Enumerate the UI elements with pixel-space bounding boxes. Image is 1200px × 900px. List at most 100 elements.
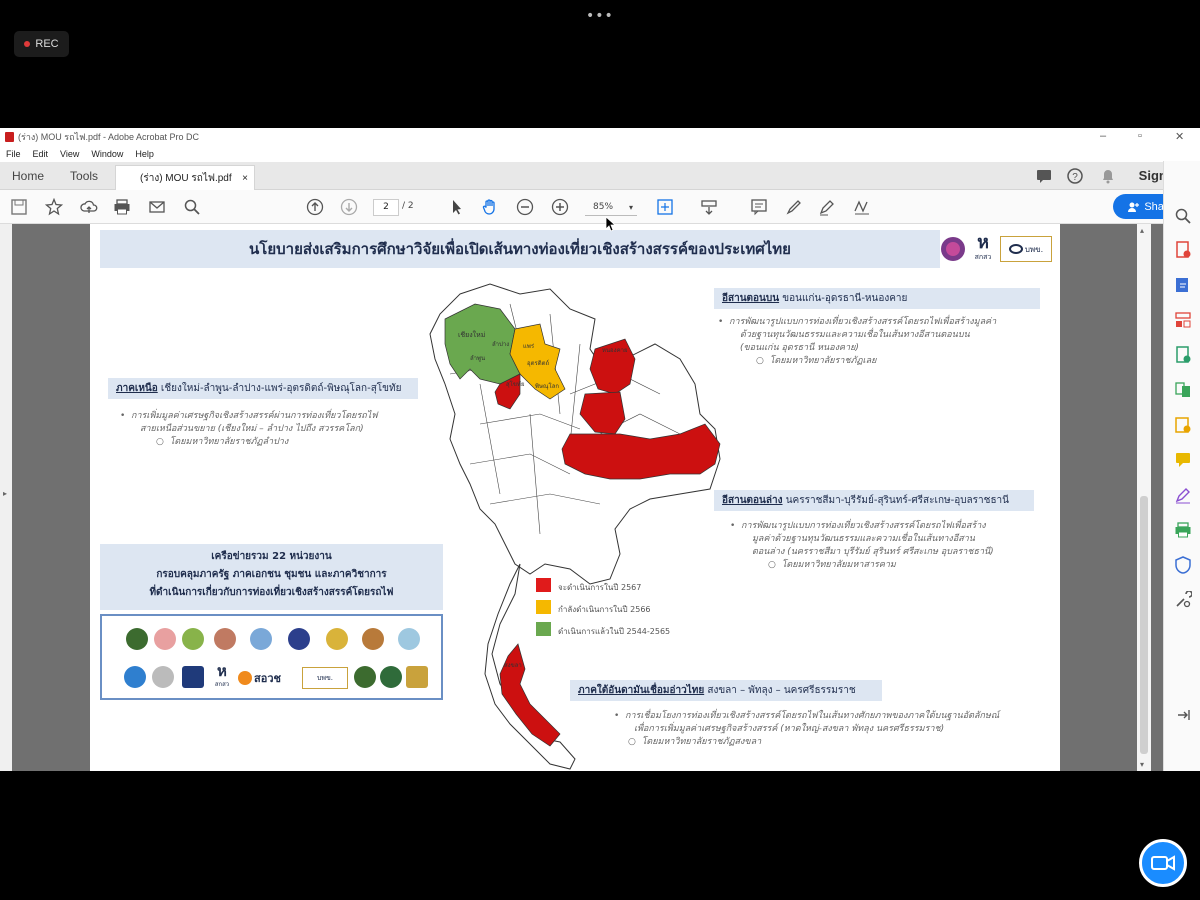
- fill-sign-icon[interactable]: [1174, 486, 1192, 504]
- partner-logo-4: [214, 628, 236, 650]
- help-icon[interactable]: ?: [1067, 168, 1083, 184]
- pmu-b-text: บพข.: [1024, 244, 1044, 254]
- export-pdf-icon[interactable]: [1174, 241, 1192, 259]
- maximize-icon[interactable]: ▫: [1138, 130, 1142, 142]
- south-bullet-line2: เพื่อการเพิ่มมูลค่าเศรษฐกิจสร้างสรรค์ (ห…: [634, 724, 945, 734]
- protect-shield-icon[interactable]: [1174, 556, 1192, 574]
- isan-upper-bullet-line2: ด้วยฐานทุนวัฒนธรรมและความเชื่อในเส้นทางอ…: [740, 330, 970, 340]
- isan-lower-bullet-line1: การพัฒนารูปแบบการท่องเที่ยวเชิงสร้างสรรค…: [741, 521, 986, 531]
- network-line3: ที่ดำเนินการเกี่ยวกับการท่องเที่ยวเชิงสร…: [149, 587, 394, 598]
- partner-logo-15: [406, 666, 428, 688]
- isan-lower-sub: โดยมหาวิทยาลัยมหาสารคาม: [781, 560, 896, 570]
- zoom-search-icon[interactable]: [1174, 207, 1192, 225]
- map-label-lampang: ลำปาง: [492, 341, 509, 348]
- north-bullet: • การเพิ่มมูลค่าเศรษฐกิจเชิงสร้างสรรค์ผ่…: [120, 411, 378, 447]
- zoom-level-select[interactable]: 85% ▾: [585, 199, 637, 216]
- doc-tab-close-icon[interactable]: ×: [242, 173, 248, 184]
- comment-bubble-icon[interactable]: [1174, 451, 1192, 469]
- tsri-logo-text: สกสว: [974, 253, 992, 261]
- partner-logo-8: [362, 628, 384, 650]
- svg-text:?: ?: [1072, 172, 1078, 183]
- tsri-logo: ห สกสว: [971, 234, 995, 264]
- north-heading-label: ภาคเหนือ: [116, 383, 158, 394]
- map-label-sukhothai: สุโขทัย: [506, 380, 524, 388]
- partner-nxpo-logo: สอวช: [238, 668, 298, 688]
- bookmark-star-icon[interactable]: [45, 198, 63, 216]
- comment-icon[interactable]: [1036, 168, 1052, 184]
- hand-tool-icon[interactable]: [481, 198, 499, 216]
- legend-label-2544-2565: ดำเนินการแล้วในปี 2544-2565: [558, 627, 671, 636]
- isan-upper-heading-label: อีสานตอนบน: [722, 293, 780, 304]
- window-title: (ร่าง) MOU รถไฟ.pdf - Adobe Acrobat Pro …: [18, 131, 200, 142]
- tab-tools[interactable]: Tools: [70, 169, 98, 183]
- tab-home[interactable]: Home: [12, 169, 44, 183]
- scroll-down-icon[interactable]: ▾: [1140, 760, 1144, 769]
- upload-cloud-icon[interactable]: [80, 198, 98, 216]
- print-production-icon[interactable]: [1174, 521, 1192, 539]
- more-options-dots[interactable]: •••: [586, 8, 614, 24]
- add-person-icon: [1128, 202, 1140, 212]
- camera-button[interactable]: [1139, 839, 1187, 887]
- partner-logo-11: [152, 666, 174, 688]
- page-number-input[interactable]: 2: [373, 199, 399, 216]
- tab-document[interactable]: (ร่าง) MOU รถไฟ.pdf ×: [115, 165, 255, 190]
- vertical-scrollbar[interactable]: ▴ ▾: [1137, 224, 1151, 771]
- scroll-mode-icon[interactable]: [700, 198, 718, 216]
- north-provinces: เชียงใหม่-ลำพูน-ลำปาง-แพร่-อุตรดิตถ์-พิษ…: [157, 383, 402, 394]
- close-window-icon[interactable]: ✕: [1175, 130, 1184, 143]
- fit-page-icon[interactable]: [656, 198, 674, 216]
- legend-swatch-2566: [536, 600, 551, 614]
- menu-help[interactable]: Help: [135, 149, 154, 159]
- email-icon[interactable]: [148, 198, 166, 216]
- comment-tool-icon[interactable]: [1174, 416, 1192, 434]
- print-icon[interactable]: [113, 198, 131, 216]
- combine-files-icon[interactable]: [1174, 381, 1192, 399]
- map-label-phrae: แพร่: [523, 343, 535, 350]
- map-label-songkhla: สงขลา: [504, 662, 522, 669]
- isan-lower-provinces: นครราชสีมา-บุรีรัมย์-สุรินทร์-ศรีสะเกษ-อ…: [782, 495, 1010, 506]
- network-line2: กรอบคลุมภาครัฐ ภาคเอกชน ชุมชน และภาควิชา…: [156, 569, 387, 580]
- menu-file[interactable]: File: [6, 149, 21, 159]
- edit-pdf-icon[interactable]: [1174, 276, 1192, 294]
- search-icon[interactable]: [183, 198, 201, 216]
- save-icon[interactable]: [10, 198, 28, 216]
- draw-icon[interactable]: [818, 198, 836, 216]
- isan-lower-bullet-line3: ตอนล่าง (นครราชสีมา บุรีรัมย์ สุรินทร์ ศ…: [752, 547, 994, 557]
- scrollbar-thumb[interactable]: [1140, 496, 1148, 754]
- scroll-up-icon[interactable]: ▴: [1140, 226, 1144, 235]
- south-red-region: [499, 643, 561, 747]
- sign-icon[interactable]: [853, 198, 871, 216]
- menu-window[interactable]: Window: [91, 149, 123, 159]
- menu-bar: File Edit View Window Help: [0, 145, 1200, 162]
- partner-logo-3: [182, 628, 204, 650]
- isan-upper-bullet-line3: (ขอนแก่น อุดรธานี หนองคาย): [740, 343, 859, 353]
- zoom-in-icon[interactable]: [551, 198, 569, 216]
- doc-tab-label: (ร่าง) MOU รถไฟ.pdf: [140, 172, 232, 184]
- create-pdf-icon[interactable]: [1174, 346, 1192, 364]
- collapse-panel-icon[interactable]: [1174, 706, 1192, 724]
- menu-view[interactable]: View: [60, 149, 79, 159]
- isan-lower-heading: อีสานตอนล่าง นครราชสีมา-บุรีรัมย์-สุรินท…: [714, 490, 1034, 511]
- previous-page-icon[interactable]: [306, 198, 324, 216]
- isan-upper-bullet: • การพัฒนารูปแบบการท่องเที่ยวเชิงสร้างสร…: [718, 317, 997, 366]
- partner-logo-14: [380, 666, 402, 688]
- legend-label-2567: จะดำเนินการในปี 2567: [558, 583, 642, 592]
- add-comment-icon[interactable]: [750, 198, 768, 216]
- more-tools-icon[interactable]: [1174, 591, 1192, 609]
- notification-bell-icon[interactable]: [1100, 168, 1116, 184]
- south-heading-label: ภาคใต้อันดามันเชื่อมอ่าวไทย: [578, 685, 705, 696]
- organize-pages-icon[interactable]: [1174, 311, 1192, 329]
- zoom-out-icon[interactable]: [516, 198, 534, 216]
- select-cursor-icon[interactable]: [448, 198, 466, 216]
- isan-upper-provinces: ขอนแก่น-อุดรธานี-หนองคาย: [779, 293, 908, 304]
- south-provinces: สงขลา – พัทลุง – นครศรีธรรมราช: [704, 685, 856, 696]
- south-region-heading: ภาคใต้อันดามันเชื่อมอ่าวไทย สงขลา – พัทล…: [570, 680, 882, 701]
- menu-edit[interactable]: Edit: [33, 149, 49, 159]
- left-panel-toggle[interactable]: ▸: [0, 224, 12, 771]
- highlight-pen-icon[interactable]: [785, 198, 803, 216]
- isan-lower-heading-label: อีสานตอนล่าง: [722, 495, 783, 506]
- legend-swatch-2567: [536, 578, 551, 592]
- next-page-icon[interactable]: [340, 198, 358, 216]
- map-label-phitsanulok: พิษณุโลก: [535, 382, 559, 390]
- minimize-icon[interactable]: –: [1100, 130, 1106, 142]
